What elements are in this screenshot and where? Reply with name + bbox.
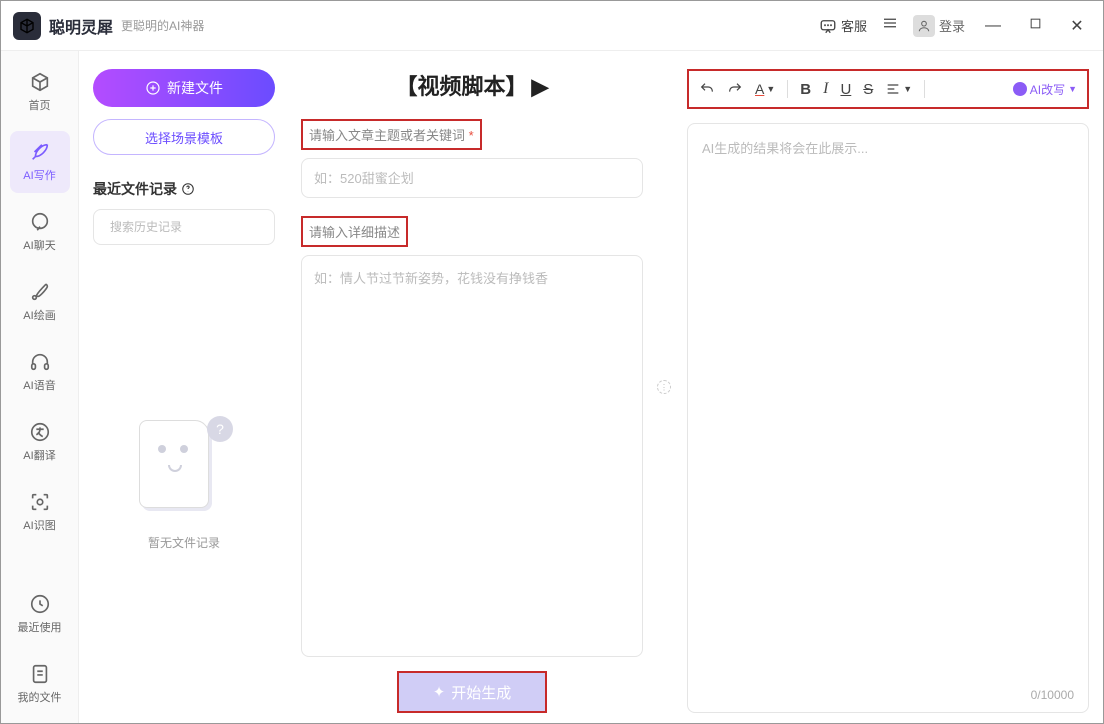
support-button[interactable]: 客服 [819,16,867,35]
output-placeholder: AI生成的结果将会在此展示... [702,138,1074,157]
left-panel: 新建文件 选择场景模板 最近文件记录 ? 暂无文件记录 [79,51,289,723]
right-panel: A▼ B I U S ▼ AI改写 ▼ AI生成的结果将会在此展示... 0/1… [673,51,1103,723]
sparkle-icon: ✦ [433,683,446,701]
redo-button[interactable] [727,81,743,97]
sidebar-image-rec[interactable]: AI识图 [10,481,70,543]
align-icon [885,81,901,97]
avatar-icon [913,15,935,37]
menu-button[interactable] [881,14,899,37]
align-button[interactable]: ▼ [885,81,912,97]
plus-circle-icon [145,80,161,96]
editor-toolbar: A▼ B I U S ▼ AI改写 ▼ [687,69,1089,109]
empty-illustration: ? [139,420,229,520]
title-bar: 聪明灵犀 更聪明的AI神器 客服 登录 — ✕ [1,1,1103,51]
feather-icon [29,141,51,163]
undo-button[interactable] [699,81,715,97]
search-input[interactable] [110,220,265,234]
sidebar: 首页 AI写作 AI聊天 AI绘画 AI语音 AI翻译 AI识图 最 [1,51,79,723]
detail-textarea[interactable] [301,255,643,657]
generate-button[interactable]: ✦ 开始生成 [397,671,547,713]
login-button[interactable]: 登录 [913,15,965,37]
hamburger-icon [881,14,899,32]
search-box[interactable] [93,209,275,245]
topic-label: 请输入文章主题或者关键词 * [301,119,643,158]
close-button[interactable]: ✕ [1063,16,1091,36]
panel-drag-handle[interactable]: ⋮ [655,51,673,723]
chat-bubble-icon [29,211,51,233]
bold-button[interactable]: B [800,81,811,98]
page-title: 【视频脚本】▶ [301,69,643,101]
italic-button[interactable]: I [823,80,828,98]
new-file-button[interactable]: 新建文件 [93,69,275,107]
cube-icon [29,71,51,93]
underline-button[interactable]: U [840,81,851,98]
translate-icon [29,421,51,443]
sidebar-writing[interactable]: AI写作 [10,131,70,193]
template-button[interactable]: 选择场景模板 [93,119,275,155]
sidebar-chat[interactable]: AI聊天 [10,201,70,263]
char-count: 0/10000 [1031,688,1074,702]
sidebar-files[interactable]: 我的文件 [10,653,70,715]
minimize-button[interactable]: — [979,17,1007,35]
empty-text: 暂无文件记录 [148,534,220,551]
sidebar-draw[interactable]: AI绘画 [10,271,70,333]
brush-icon [29,281,51,303]
app-slogan: 更聪明的AI神器 [121,17,204,34]
square-icon [1029,17,1042,30]
strike-button[interactable]: S [863,81,873,98]
sidebar-voice[interactable]: AI语音 [10,341,70,403]
text-color-button[interactable]: A▼ [755,81,775,97]
recent-files-heading: 最近文件记录 [93,179,275,199]
chat-icon [819,17,837,35]
empty-state: ? 暂无文件记录 [93,265,275,705]
ai-rewrite-button[interactable]: AI改写 ▼ [1013,81,1077,98]
help-icon[interactable] [181,182,195,196]
maximize-button[interactable] [1021,17,1049,35]
undo-icon [699,81,715,97]
ai-rewrite-icon [1013,82,1027,96]
output-area[interactable]: AI生成的结果将会在此展示... 0/10000 [687,123,1089,713]
app-title: 聪明灵犀 [49,14,113,38]
center-panel: 【视频脚本】▶ 请输入文章主题或者关键词 * 请输入详细描述 ✦ 开始生成 [289,51,655,723]
app-logo [13,12,41,40]
detail-label: 请输入详细描述 [301,216,643,255]
question-badge-icon: ? [207,416,233,442]
topic-input[interactable] [301,158,643,198]
file-icon [29,663,51,685]
headphones-icon [29,351,51,373]
history-icon [29,593,51,615]
sidebar-translate[interactable]: AI翻译 [10,411,70,473]
sidebar-home[interactable]: 首页 [10,61,70,123]
play-icon[interactable]: ▶ [532,74,549,100]
scan-icon [29,491,51,513]
redo-icon [727,81,743,97]
sidebar-recent[interactable]: 最近使用 [10,583,70,645]
